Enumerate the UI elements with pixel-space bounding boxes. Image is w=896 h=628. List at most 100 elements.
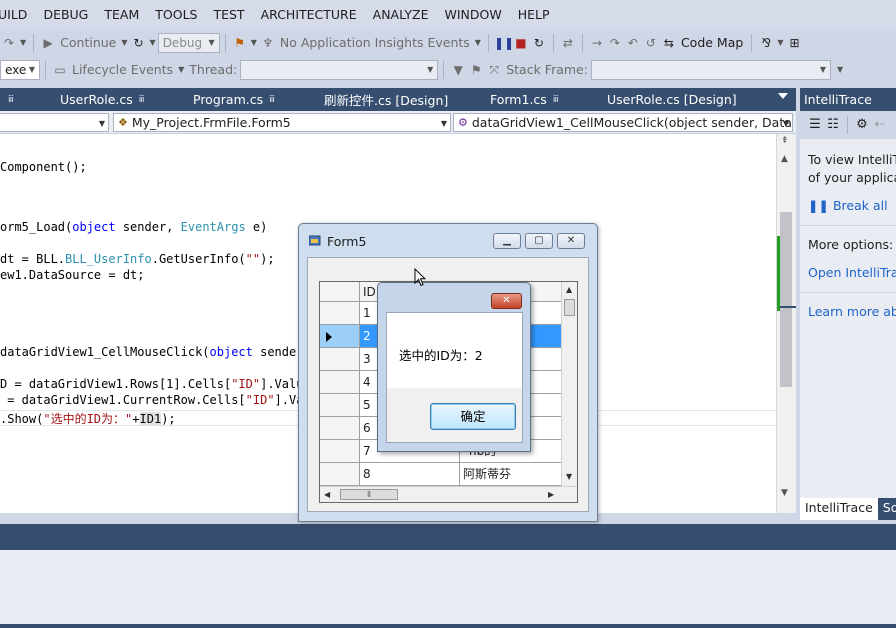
scroll-up-arrow[interactable]: ▲	[781, 154, 788, 164]
chevron-down-icon[interactable]: ▼	[837, 65, 843, 74]
grid-cell-name[interactable]: 阿斯蒂芬	[460, 463, 563, 486]
row-header[interactable]	[320, 463, 360, 486]
row-header-selected[interactable]	[320, 325, 360, 348]
stop-icon[interactable]: ■	[512, 34, 530, 52]
scroll-thumb[interactable]	[564, 299, 575, 316]
insights-button[interactable]: No Application Insights Events	[277, 35, 473, 50]
process-select[interactable]: exe ▼	[0, 59, 40, 80]
code-map-icon[interactable]: ⇆	[660, 34, 678, 52]
scroll-left-arrow[interactable]: ◀	[324, 490, 330, 499]
chevron-down-icon[interactable]: ▼	[20, 38, 26, 47]
flag-icon[interactable]: ⚑	[467, 61, 485, 79]
insights-icon[interactable]: ♆	[259, 34, 277, 52]
scroll-thumb[interactable]: ⦀	[340, 489, 398, 500]
tab-refresh-design[interactable]: 刷新控件.cs [Design]	[324, 90, 448, 109]
expand-icon[interactable]: ⤧	[485, 61, 503, 79]
open-intellitrace-link[interactable]: Open IntelliTra	[808, 264, 896, 282]
chevron-down-icon[interactable]: ▼	[150, 38, 156, 47]
break-all-link[interactable]: ❚❚ Break all	[808, 197, 896, 215]
editor-scrollbar[interactable]: ⇞ ▲ ▼	[776, 134, 796, 514]
menu-build[interactable]: UILD	[0, 0, 35, 30]
tab-pin-partial[interactable]: ⅲ	[2, 95, 14, 105]
row-header[interactable]	[320, 440, 360, 463]
menu-debug[interactable]: DEBUG	[35, 0, 96, 30]
refresh-icon[interactable]: ↻	[130, 34, 148, 52]
ok-button[interactable]: 确定	[430, 403, 516, 430]
step-over-icon[interactable]: ↷	[606, 34, 624, 52]
lifecycle-icon[interactable]: ▭	[51, 61, 69, 79]
scroll-down-arrow[interactable]: ▼	[781, 488, 788, 498]
chevron-down-icon[interactable]: ▼	[777, 38, 783, 47]
list-icon[interactable]: ☰	[806, 116, 824, 134]
row-header[interactable]	[320, 417, 360, 440]
menu-test[interactable]: TEST	[205, 0, 252, 30]
split-icon[interactable]: ⇞	[781, 136, 789, 146]
menu-tools[interactable]: TOOLS	[147, 0, 205, 30]
tab-form1-cs[interactable]: Form1.cs ⅲ	[490, 92, 559, 107]
tab-program-cs[interactable]: Program.cs ⅲ	[193, 92, 275, 107]
menu-analyze[interactable]: ANALYZE	[365, 0, 437, 30]
config-select[interactable]: Debug ▼	[157, 32, 220, 53]
filter-icon[interactable]: ▼	[449, 61, 467, 79]
intellitrace-panel: IntelliTrace ☰ ☷ ⚙ ⇠ To view IntelliTr o…	[800, 88, 896, 520]
layout-icon[interactable]: ⊞	[785, 34, 803, 52]
class-combo[interactable]: ❖ My_Project.FrmFile.Form5 ▼	[113, 113, 451, 132]
member-combo[interactable]: ⚙ dataGridView1_CellMouseClick(object se…	[453, 113, 793, 132]
maximize-button[interactable]: ▢	[525, 233, 553, 249]
project-combo[interactable]: ▼	[0, 113, 109, 132]
menu-architecture[interactable]: ARCHITECTURE	[253, 0, 365, 30]
scroll-up-arrow[interactable]: ▲	[566, 285, 572, 294]
pin-icon[interactable]: ⅲ	[269, 95, 275, 105]
restart-icon[interactable]: ↻	[530, 34, 548, 52]
step-out-icon[interactable]: ↶	[624, 34, 642, 52]
tab-solution[interactable]: Sol	[877, 498, 896, 520]
grid-vertical-scrollbar[interactable]: ▲ ▼	[561, 282, 577, 487]
learn-more-link[interactable]: Learn more abo	[808, 303, 896, 321]
close-button[interactable]: ✕	[491, 293, 522, 309]
gear-icon[interactable]: ⚙	[853, 116, 871, 134]
stack-frame-select[interactable]: ▼	[590, 59, 831, 80]
row-header[interactable]	[320, 348, 360, 371]
tab-intellitrace[interactable]: IntelliTrace	[800, 498, 878, 520]
step-back-icon[interactable]: ↺	[642, 34, 660, 52]
code-map-button[interactable]: Code Map	[678, 35, 746, 50]
pause-icon[interactable]: ❚❚	[494, 34, 514, 52]
pin-icon[interactable]: ⅲ	[553, 95, 559, 105]
find-icon[interactable]: ⚑	[231, 34, 249, 52]
close-button[interactable]: ✕	[557, 233, 585, 249]
play-icon[interactable]: ▶	[39, 34, 57, 52]
chevron-down-icon[interactable]: ▼	[475, 38, 481, 47]
scroll-thumb[interactable]	[780, 212, 792, 387]
tab-userrole-cs[interactable]: UserRole.cs ⅲ	[60, 92, 145, 107]
menu-window[interactable]: WINDOW	[437, 0, 510, 30]
minimize-button[interactable]: ▁	[493, 233, 521, 249]
tab-dropdown-icon[interactable]	[778, 93, 788, 99]
message-text: 选中的ID为：2	[399, 348, 483, 363]
menu-help[interactable]: HELP	[510, 0, 558, 30]
chevron-down-icon[interactable]: ▼	[121, 38, 127, 47]
step-into-icon[interactable]: →	[588, 34, 606, 52]
row-header[interactable]	[320, 371, 360, 394]
grid-cell-id[interactable]: 8	[360, 463, 460, 486]
pin-icon[interactable]: ⅲ	[139, 95, 145, 105]
row-header[interactable]	[320, 394, 360, 417]
thread-select[interactable]: ▼	[240, 59, 439, 80]
tree-icon[interactable]: ☷	[824, 116, 842, 134]
scroll-right-arrow[interactable]: ▶	[548, 490, 554, 499]
menu-team[interactable]: TEAM	[96, 0, 147, 30]
chevron-down-icon[interactable]: ▼	[178, 65, 184, 74]
continue-button[interactable]: Continue	[57, 35, 119, 50]
chevron-down-icon[interactable]: ▼	[251, 38, 257, 47]
toolbar-separator	[487, 33, 489, 52]
tab-userrole-design[interactable]: UserRole.cs [Design]	[607, 92, 737, 107]
redo-icon[interactable]: ↷	[0, 34, 18, 52]
lifecycle-events-button[interactable]: Lifecycle Events	[69, 62, 176, 77]
row-header[interactable]	[320, 302, 360, 325]
scroll-down-arrow[interactable]: ▼	[566, 472, 572, 481]
tab-label: UserRole.cs [Design]	[607, 92, 737, 107]
hex-display-icon[interactable]: ⅋	[757, 34, 775, 52]
show-next-statement-icon[interactable]: ⇄	[559, 34, 577, 52]
back-icon[interactable]: ⇠	[871, 116, 889, 134]
grid-horizontal-scrollbar[interactable]: ◀ ⦀ ▶	[320, 486, 577, 502]
message-box-dialog[interactable]: ✕ 选中的ID为：2 确定	[377, 282, 531, 452]
